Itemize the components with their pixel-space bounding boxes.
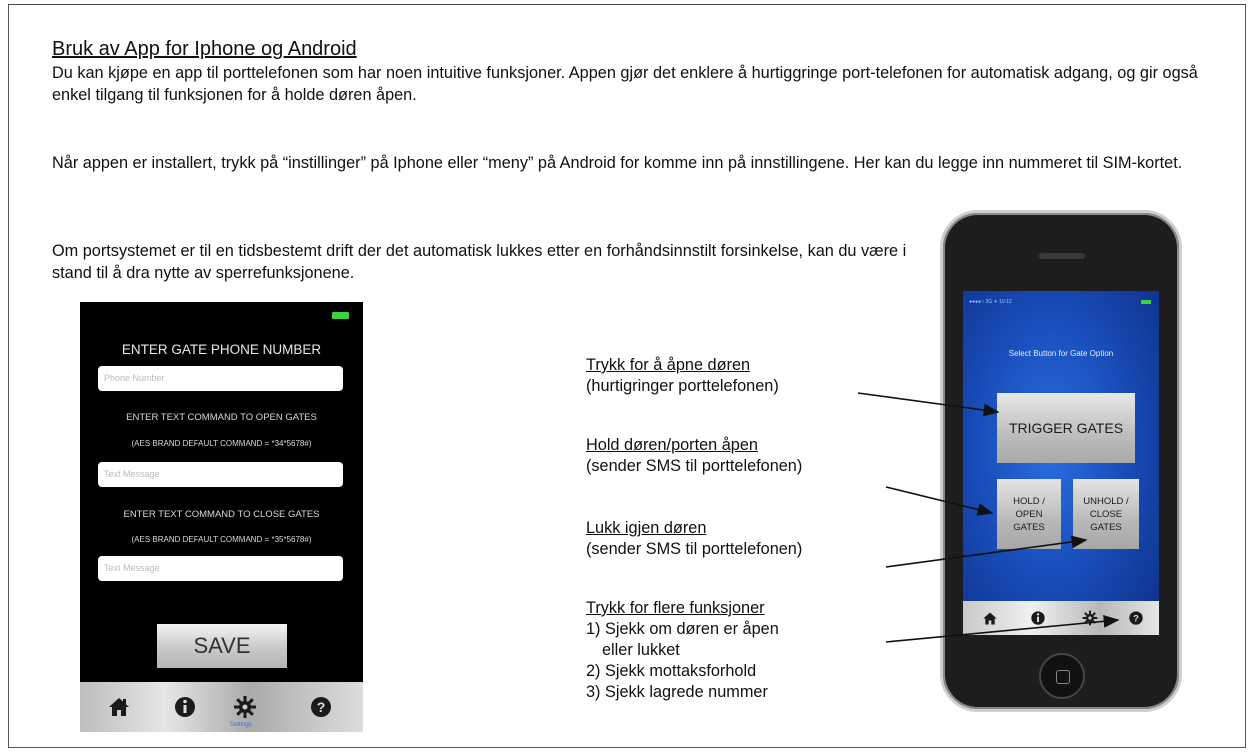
home-icon[interactable] bbox=[981, 609, 999, 627]
annotation-desc: (sender SMS til porttelefonen) bbox=[586, 540, 803, 558]
annotation-title: Trykk for flere funksjoner bbox=[586, 599, 765, 617]
phone-home-button bbox=[1039, 653, 1085, 699]
annotation-item: 3) Sjekk lagrede nummer bbox=[586, 683, 768, 701]
open-command-label: ENTER TEXT COMMAND TO OPEN GATES bbox=[126, 412, 317, 423]
phone-number-field[interactable]: Phone Number bbox=[98, 366, 343, 391]
phone-tab-bar: ? bbox=[963, 601, 1159, 635]
annotation-desc: (hurtigringer porttelefonen) bbox=[586, 377, 779, 395]
info-icon[interactable] bbox=[172, 694, 198, 720]
phone-screen: ●●●●○ 3G ✈ 10:12 Select Button for Gate … bbox=[963, 291, 1159, 635]
open-command-field[interactable]: Text Message bbox=[98, 462, 343, 487]
annotation-title: Lukk igjen døren bbox=[586, 519, 707, 537]
gear-icon[interactable] bbox=[232, 694, 258, 720]
close-default-command: (AES BRAND DEFAULT COMMAND = *35*5678#) bbox=[131, 535, 312, 544]
app-settings-screenshot: ENTER GATE PHONE NUMBER Phone Number ENT… bbox=[80, 302, 363, 732]
battery-icon bbox=[332, 312, 349, 319]
page-heading: Bruk av App for Iphone og Android bbox=[52, 38, 357, 60]
home-icon[interactable] bbox=[106, 694, 132, 720]
close-command-label: ENTER TEXT COMMAND TO CLOSE GATES bbox=[123, 509, 320, 520]
status-bar: ●●●●○ 3G ✈ 10:12 bbox=[969, 299, 1012, 305]
intro-paragraph: Du kan kjøpe en app til porttelefonen so… bbox=[52, 64, 1198, 104]
annotation-item: 1) Sjekk om døren er åpen bbox=[586, 620, 779, 638]
svg-text:?: ? bbox=[1133, 613, 1139, 623]
annotation-item: 2) Sjekk mottaksforhold bbox=[586, 662, 757, 680]
save-button[interactable]: SAVE bbox=[157, 624, 287, 668]
settings-paragraph: Når appen er installert, trykk på “insti… bbox=[52, 154, 1183, 172]
trigger-gates-button[interactable]: TRIGGER GATES bbox=[997, 393, 1135, 463]
settings-tab-caption: Settings bbox=[230, 722, 252, 728]
annotation-hold: Hold døren/porten åpen (sender SMS til p… bbox=[586, 435, 802, 477]
unhold-close-gates-button[interactable]: UNHOLD / CLOSE GATES bbox=[1073, 479, 1139, 549]
hold-open-gates-button[interactable]: HOLD / OPEN GATES bbox=[997, 479, 1061, 549]
annotation-open: Trykk for å åpne døren (hurtigringer por… bbox=[586, 355, 779, 397]
lock-function-paragraph: Om portsystemet er til en tidsbestemt dr… bbox=[52, 242, 907, 282]
open-default-command: (AES BRAND DEFAULT COMMAND = *34*5678#) bbox=[131, 439, 312, 448]
annotation-more: Trykk for flere funksjoner 1) Sjekk om d… bbox=[586, 598, 779, 703]
speaker-slot bbox=[1039, 253, 1085, 259]
annotation-desc: (sender SMS til porttelefonen) bbox=[586, 457, 803, 475]
app-tab-bar: Settings ? bbox=[80, 682, 363, 732]
annotation-title: Hold døren/porten åpen bbox=[586, 436, 758, 454]
annotation-close: Lukk igjen døren (sender SMS til porttel… bbox=[586, 518, 802, 560]
info-icon[interactable] bbox=[1029, 609, 1047, 627]
battery-icon bbox=[1141, 300, 1151, 304]
gate-phone-title: ENTER GATE PHONE NUMBER bbox=[121, 342, 322, 357]
svg-text:?: ? bbox=[317, 699, 326, 715]
iphone-mockup: ●●●●○ 3G ✈ 10:12 Select Button for Gate … bbox=[940, 210, 1182, 712]
annotation-title: Trykk for å åpne døren bbox=[586, 356, 751, 374]
close-command-field[interactable]: Text Message bbox=[98, 556, 343, 581]
annotation-item: eller lukket bbox=[602, 641, 680, 659]
help-icon[interactable]: ? bbox=[308, 694, 334, 720]
gear-icon[interactable] bbox=[1081, 609, 1099, 627]
select-option-label: Select Button for Gate Option bbox=[1008, 349, 1114, 358]
help-icon[interactable]: ? bbox=[1127, 609, 1145, 627]
